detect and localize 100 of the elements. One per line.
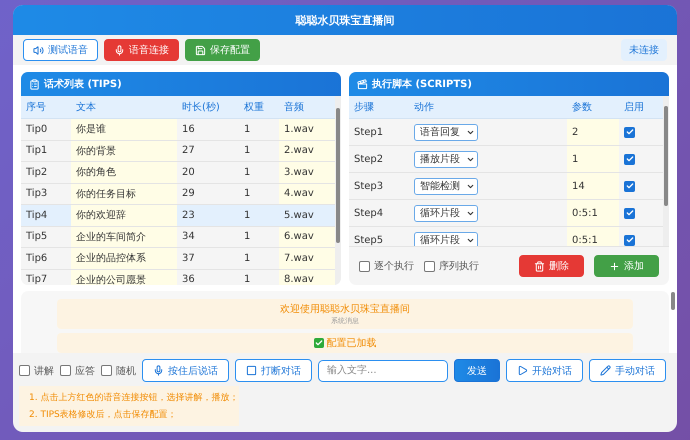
- action-select[interactable]: 循环片段: [414, 204, 478, 222]
- table-cell-text: Tip5: [25, 230, 48, 244]
- hint-text: 1. 点击上方红色的语音连接按钮，选择讲解，播放；: [29, 392, 239, 404]
- table-cell-text: 5.wav: [283, 208, 315, 223]
- table-cell-text: Tip3: [25, 187, 48, 202]
- table-cell-text: 34: [181, 230, 196, 244]
- option-checkbox[interactable]: [424, 260, 435, 272]
- enable-checkbox[interactable]: [624, 208, 635, 218]
- table-cell-text: Step3: [353, 180, 384, 194]
- option-label: 讲解: [34, 364, 54, 378]
- connection-status: 未连接: [621, 39, 667, 61]
- table-cell: 3.wav: [279, 162, 335, 182]
- tip-row[interactable]: Tip2 你的角色 20 1 3.wav: [21, 162, 335, 184]
- table-cell: 0:5:1: [567, 227, 619, 246]
- window-title: 聪聪水贝珠宝直播间: [296, 12, 394, 28]
- panel-title: 执行脚本 (SCRIPTS): [372, 78, 472, 91]
- microphone-icon: [114, 44, 125, 56]
- enable-checkbox[interactable]: [624, 154, 635, 164]
- column-header: 启用: [623, 100, 645, 115]
- message-text: 配置已加载: [314, 336, 376, 350]
- option-checkbox[interactable]: [101, 365, 112, 376]
- table-cell: 1: [567, 146, 619, 172]
- enable-checkbox[interactable]: [624, 126, 635, 138]
- table-cell: 你的任务目标: [71, 184, 177, 204]
- table-cell-text: 1: [243, 187, 252, 202]
- table-cell-text: 1: [243, 208, 252, 223]
- play-icon: [517, 365, 528, 376]
- option-checkbox[interactable]: [19, 365, 30, 376]
- table-cell-text: Tip1: [25, 144, 48, 158]
- microphone-icon: [153, 365, 164, 376]
- action-select[interactable]: 播放片段: [414, 150, 478, 168]
- table-cell-text: 27: [181, 144, 196, 158]
- table-cell-text: 1: [243, 122, 252, 137]
- column-header: 权重: [243, 100, 265, 115]
- panel-title: 话术列表 (TIPS): [44, 78, 122, 91]
- tip-row[interactable]: Tip7 企业的公司愿景 36 1 8.wav: [21, 270, 335, 285]
- tip-row[interactable]: Tip4 你的欢迎辞 23 1 5.wav: [21, 205, 335, 226]
- table-cell-text: Tip7: [25, 273, 48, 285]
- table-cell-text: Tip4: [25, 208, 48, 223]
- option-checkbox[interactable]: [359, 260, 370, 272]
- table-cell-text: Step1: [353, 126, 384, 140]
- table-cell: 你的背景: [71, 140, 177, 161]
- table-cell-text: 1: [243, 166, 252, 180]
- table-cell: 14: [567, 173, 619, 199]
- table-cell: 6.wav: [279, 226, 335, 247]
- action-select[interactable]: 智能检测: [414, 178, 478, 194]
- send-button[interactable]: 发送: [454, 359, 500, 382]
- toolbar-button[interactable]: 测试语音: [23, 39, 98, 61]
- column-header: 时长(秒): [181, 100, 221, 115]
- table-cell: 你的欢迎辞: [71, 205, 177, 226]
- tip-row[interactable]: Tip0 你是谁 16 1 1.wav: [21, 119, 335, 140]
- table-cell-text: 1: [243, 273, 252, 285]
- enable-checkbox[interactable]: [624, 234, 635, 246]
- table-cell: 7.wav: [279, 248, 335, 268]
- table-cell-text: 29: [181, 187, 196, 202]
- action-select[interactable]: 语音回复: [414, 124, 478, 140]
- table-cell-text: Step4: [353, 206, 384, 220]
- tip-row[interactable]: Tip6 企业的品控体系 37 1 7.wav: [21, 248, 335, 270]
- scrollbar[interactable]: [335, 96, 341, 285]
- tip-row[interactable]: Tip5 企业的车间简介 34 1 6.wav: [21, 226, 335, 248]
- check-icon: [314, 338, 324, 348]
- scrollbar[interactable]: [663, 96, 669, 246]
- pencil-icon: [600, 365, 611, 376]
- action-select[interactable]: 循环片段: [414, 232, 478, 246]
- action-button[interactable]: 按住后说话: [142, 359, 229, 382]
- toolbar-button[interactable]: 语音连接: [104, 39, 179, 61]
- plus-icon: [609, 260, 620, 272]
- table-cell-text: 36: [181, 273, 196, 285]
- action-button[interactable]: 手动对话: [589, 359, 666, 382]
- hint-text: 2. TIPS表格修改后，点击保存配置；: [29, 408, 178, 421]
- message-text: 欢迎使用聪聪水贝珠宝直播间: [280, 302, 410, 316]
- delete-button[interactable]: 删除: [519, 255, 584, 277]
- table-cell: 你的角色: [71, 162, 177, 182]
- message-input[interactable]: 输入文字...: [318, 360, 448, 382]
- speaker-icon: [33, 44, 44, 56]
- table-cell: 2.wav: [279, 140, 335, 161]
- option-label: 随机: [116, 364, 136, 378]
- tip-row[interactable]: Tip3 你的任务目标 29 1 4.wav: [21, 184, 335, 205]
- table-cell-text: Step2: [353, 152, 384, 166]
- table-cell: 8.wav: [279, 270, 335, 285]
- table-cell-text: Tip6: [25, 252, 48, 266]
- enable-checkbox[interactable]: [624, 180, 635, 192]
- column-header: 序号: [25, 100, 47, 115]
- clipboard-icon: [29, 78, 40, 90]
- action-button[interactable]: 打断对话: [235, 359, 312, 382]
- table-cell-text: 1: [243, 230, 252, 244]
- table-cell-text: Step5: [353, 234, 384, 246]
- option-checkbox[interactable]: [60, 365, 71, 376]
- stop-icon: [246, 365, 257, 376]
- table-cell: 4.wav: [279, 184, 335, 204]
- action-button[interactable]: 开始对话: [506, 359, 583, 382]
- tip-row[interactable]: Tip1 你的背景 27 1 2.wav: [21, 140, 335, 162]
- table-cell-text: 1: [243, 144, 252, 158]
- table-cell: 2: [567, 119, 619, 145]
- table-cell: 0:5:1: [567, 200, 619, 226]
- table-cell: 企业的公司愿景: [71, 270, 177, 285]
- table-cell-text: Tip0: [25, 122, 48, 137]
- option-label: 序列执行: [439, 260, 479, 273]
- table-cell-text: 16: [181, 122, 196, 137]
- column-header: 动作: [413, 101, 435, 115]
